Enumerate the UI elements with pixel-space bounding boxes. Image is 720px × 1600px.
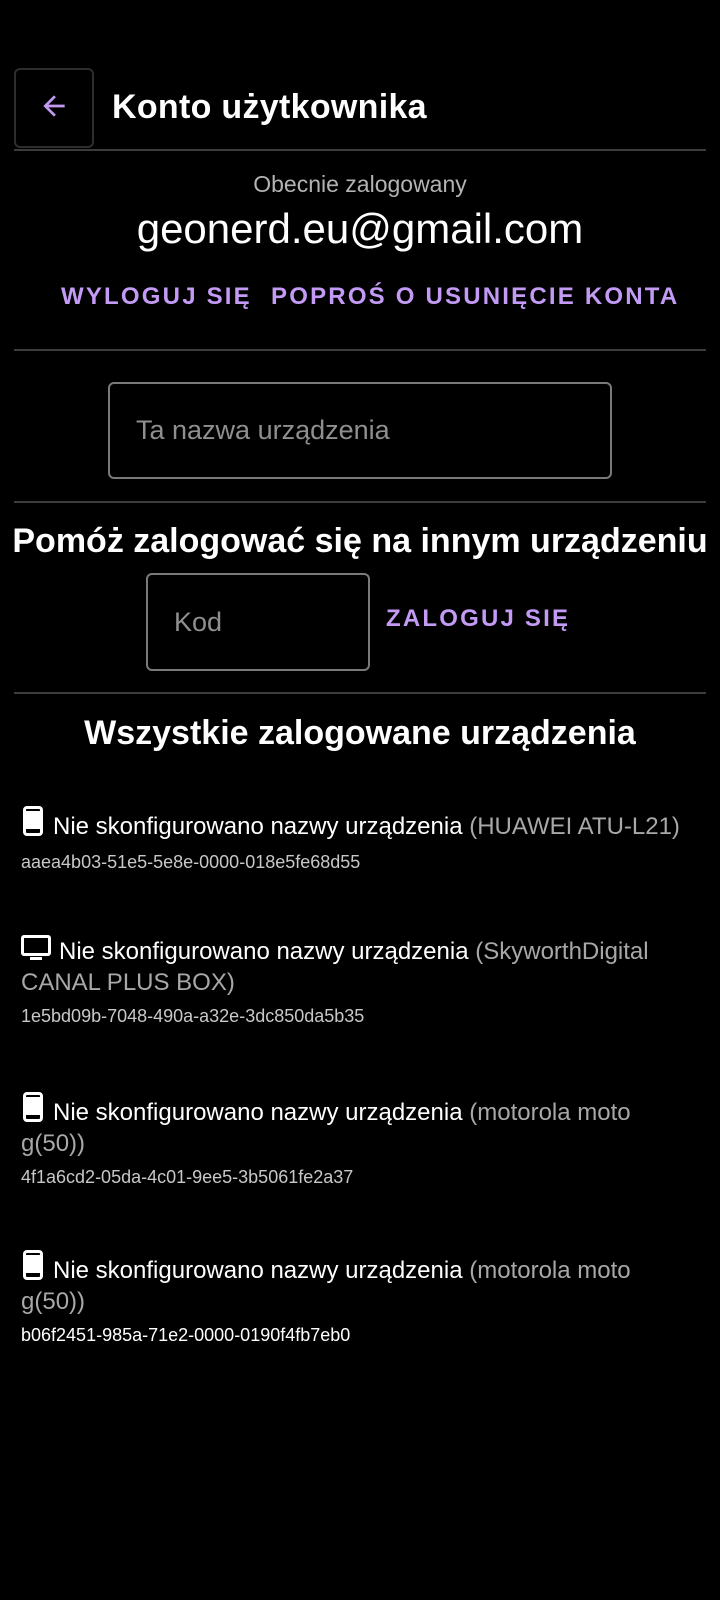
device-name: Nie skonfigurowano nazwy urządzenia bbox=[53, 1257, 463, 1284]
device-name: Nie skonfigurowano nazwy urządzenia bbox=[59, 938, 469, 965]
code-input[interactable] bbox=[148, 606, 368, 638]
delete-account-button[interactable]: POPROŚ O USUNIĘCIE KONTA bbox=[271, 283, 679, 311]
tv-icon bbox=[21, 935, 51, 968]
device-name: Nie skonfigurowano nazwy urządzenia bbox=[53, 813, 463, 840]
device-name-line: Nie skonfigurowano nazwy urządzenia (Sky… bbox=[21, 935, 701, 997]
back-button[interactable] bbox=[14, 68, 94, 148]
device-item[interactable]: Nie skonfigurowano nazwy urządzenia (mot… bbox=[21, 1250, 701, 1346]
device-name-field-box bbox=[108, 382, 612, 479]
account-page: Konto użytkownika Obecnie zalogowany geo… bbox=[0, 0, 720, 1600]
divider bbox=[14, 349, 706, 351]
device-id: 1e5bd09b-7048-490a-a32e-3dc850da5b35 bbox=[21, 1006, 365, 1026]
device-name-line: Nie skonfigurowano nazwy urządzenia (HUA… bbox=[21, 806, 701, 843]
devices-title: Wszystkie zalogowane urządzenia bbox=[84, 714, 636, 752]
arrow-back-icon bbox=[38, 90, 70, 127]
device-name: Nie skonfigurowano nazwy urządzenia bbox=[53, 1099, 463, 1126]
account-email: geonerd.eu@gmail.com bbox=[136, 205, 584, 252]
device-name-line: Nie skonfigurowano nazwy urządzenia (mot… bbox=[21, 1250, 701, 1316]
device-id: b06f2451-985a-71e2-0000-0190f4fb7eb0 bbox=[21, 1325, 351, 1345]
divider bbox=[14, 501, 706, 503]
device-item[interactable]: Nie skonfigurowano nazwy urządzenia (mot… bbox=[21, 1092, 701, 1188]
divider bbox=[14, 692, 706, 694]
device-item[interactable]: Nie skonfigurowano nazwy urządzenia (Sky… bbox=[21, 935, 701, 1027]
phone-icon bbox=[21, 806, 45, 843]
device-model: (HUAWEI ATU-L21) bbox=[469, 813, 680, 840]
device-name-line: Nie skonfigurowano nazwy urządzenia (mot… bbox=[21, 1092, 701, 1158]
device-name-input[interactable] bbox=[110, 415, 610, 446]
phone-icon bbox=[21, 1250, 45, 1287]
top-bar: Konto użytkownika bbox=[14, 68, 706, 150]
login-button[interactable]: ZALOGUJ SIĘ bbox=[386, 605, 570, 633]
phone-icon bbox=[21, 1092, 45, 1129]
logged-in-label: Obecnie zalogowany bbox=[253, 171, 467, 197]
device-id: aaea4b03-51e5-5e8e-0000-018e5fe68d55 bbox=[21, 852, 361, 872]
logout-button[interactable]: WYLOGUJ SIĘ bbox=[61, 283, 252, 311]
page-title: Konto użytkownika bbox=[112, 88, 427, 126]
divider bbox=[14, 149, 706, 151]
help-login-title: Pomóż zalogować się na innym urządzeniu bbox=[12, 522, 708, 560]
code-field-box bbox=[146, 573, 370, 671]
device-id: 4f1a6cd2-05da-4c01-9ee5-3b5061fe2a37 bbox=[21, 1167, 354, 1187]
device-item[interactable]: Nie skonfigurowano nazwy urządzenia (HUA… bbox=[21, 806, 701, 873]
